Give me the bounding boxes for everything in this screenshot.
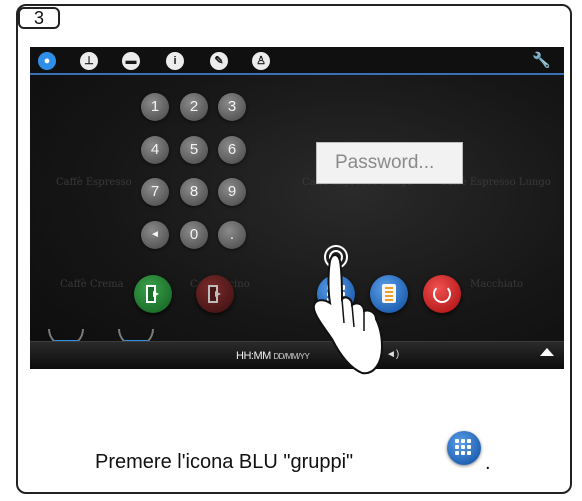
login-button[interactable] [134, 275, 172, 313]
keypad-key-1[interactable]: 1 [141, 93, 169, 121]
keypad-key-2[interactable]: 2 [180, 93, 208, 121]
groups-icon [447, 431, 481, 465]
keypad-key-0[interactable]: 0 [180, 221, 208, 249]
clock-icon[interactable]: ⊥ [80, 52, 98, 70]
logout-button[interactable] [196, 275, 234, 313]
password-field[interactable]: Password... [316, 142, 463, 184]
screen-background [30, 47, 564, 369]
refresh-button[interactable] [423, 275, 461, 313]
keypad-backspace[interactable]: ◄ [141, 221, 169, 249]
keypad-key-3[interactable]: 3 [218, 93, 246, 121]
clock-time: HH:MM [236, 350, 271, 362]
refresh-icon [433, 285, 451, 303]
keypad-key-dot[interactable]: . [218, 221, 246, 249]
bg-drink-label: Caffè Crema [60, 279, 124, 290]
arrow-up-icon[interactable] [540, 348, 554, 356]
door-exit-icon [208, 285, 221, 303]
bg-drink-label: Macchiato [470, 279, 524, 290]
top-toolbar: ● ⊥ ▬ i ✎ ♙ 🔧 [30, 47, 564, 75]
pointing-hand-icon [312, 245, 384, 375]
keypad-key-9[interactable]: 9 [218, 178, 246, 206]
bg-drink-label: Caffè Espresso [56, 177, 132, 188]
wrench-icon[interactable]: 🔧 [532, 52, 551, 70]
keypad-key-7[interactable]: 7 [141, 178, 169, 206]
water-drop-icon[interactable]: ● [38, 52, 56, 70]
door-enter-icon [146, 285, 159, 303]
step-number: 3 [18, 7, 60, 29]
instruction-caption: Premere l'icona BLU "gruppi" [95, 451, 354, 473]
machine-screen: Caffè Espresso Caffè Espresso Lungo Caff… [30, 47, 564, 369]
bottom-status-bar: HH:MM DD/MM/YY ◄) [30, 341, 564, 369]
keypad-key-8[interactable]: 8 [180, 178, 208, 206]
flag-icon[interactable]: ▬ [122, 52, 140, 70]
keypad-key-6[interactable]: 6 [218, 136, 246, 164]
keypad-key-4[interactable]: 4 [141, 136, 169, 164]
caption-period: . [485, 452, 491, 474]
pencil-icon[interactable]: ✎ [210, 52, 228, 70]
user-lock-icon[interactable]: ♙ [252, 52, 270, 70]
keypad-key-5[interactable]: 5 [180, 136, 208, 164]
info-icon[interactable]: i [166, 52, 184, 70]
